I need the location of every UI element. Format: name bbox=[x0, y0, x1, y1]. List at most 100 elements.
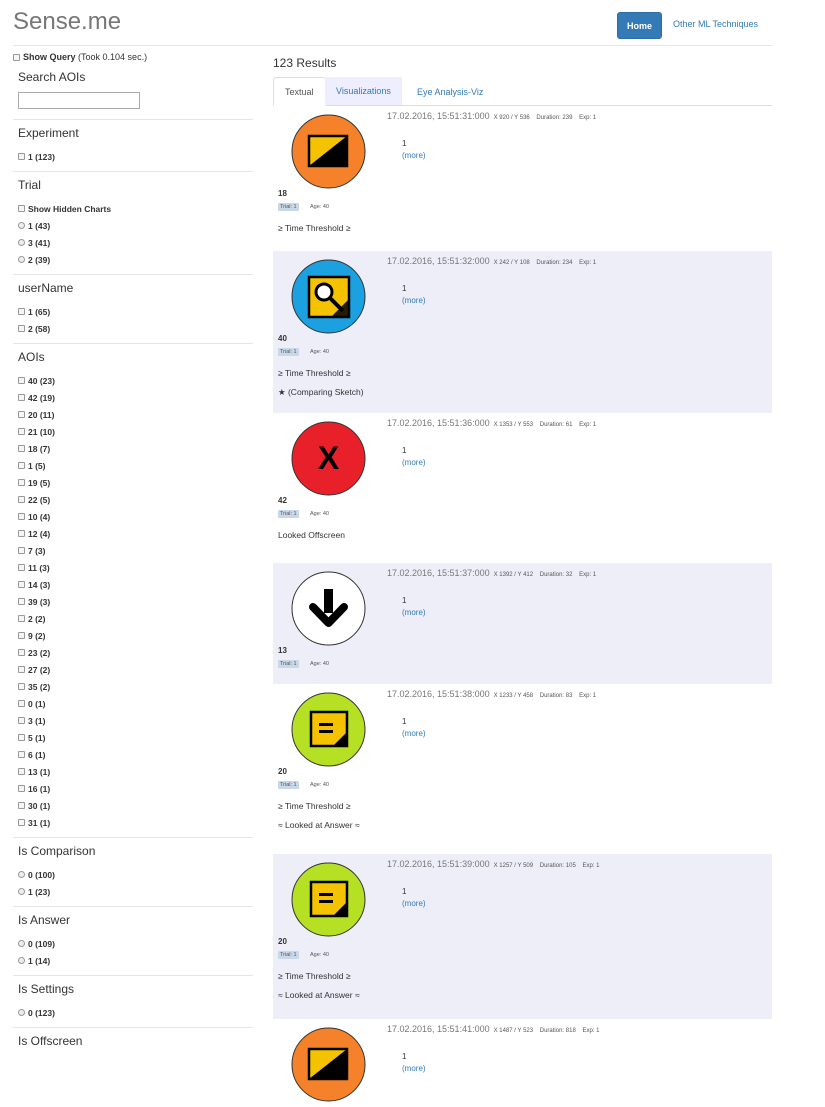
checkbox[interactable] bbox=[18, 547, 25, 554]
magnifier-icon[interactable] bbox=[291, 259, 366, 334]
checkbox[interactable] bbox=[18, 377, 25, 384]
aoi-option[interactable]: 13 (1) bbox=[18, 763, 248, 780]
checkbox[interactable] bbox=[18, 308, 25, 315]
aoi-option[interactable]: 22 (5) bbox=[18, 491, 248, 508]
checkbox[interactable] bbox=[18, 581, 25, 588]
show-hidden-charts-option[interactable]: Show Hidden Charts bbox=[18, 200, 248, 217]
checkbox[interactable] bbox=[18, 564, 25, 571]
checkbox[interactable] bbox=[18, 768, 25, 775]
checkbox[interactable] bbox=[18, 479, 25, 486]
checkbox[interactable] bbox=[18, 666, 25, 673]
checkbox[interactable] bbox=[18, 802, 25, 809]
radio[interactable] bbox=[18, 222, 25, 229]
checkbox[interactable] bbox=[18, 615, 25, 622]
checkbox[interactable] bbox=[18, 205, 25, 212]
radio[interactable] bbox=[18, 888, 25, 895]
username-option[interactable]: 2 (58) bbox=[18, 320, 248, 337]
checkbox[interactable] bbox=[18, 153, 25, 160]
more-link[interactable]: (more) bbox=[402, 899, 426, 908]
aoi-option[interactable]: 14 (3) bbox=[18, 576, 248, 593]
trial-option[interactable]: 3 (41) bbox=[18, 234, 248, 251]
aoi-option[interactable]: 3 (1) bbox=[18, 712, 248, 729]
checkbox[interactable] bbox=[18, 428, 25, 435]
aoi-option[interactable]: 35 (2) bbox=[18, 678, 248, 695]
aoi-option[interactable]: 16 (1) bbox=[18, 780, 248, 797]
answer-icon[interactable] bbox=[291, 862, 366, 937]
more-link[interactable]: (more) bbox=[402, 729, 426, 738]
radio[interactable] bbox=[18, 957, 25, 964]
is-answer-option[interactable]: 1 (14) bbox=[18, 952, 248, 969]
tab-eye-analysis-viz[interactable]: Eye Analysis-Viz bbox=[406, 77, 494, 106]
aoi-option[interactable]: 18 (7) bbox=[18, 440, 248, 457]
aoi-option[interactable]: 1 (5) bbox=[18, 457, 248, 474]
checkbox[interactable] bbox=[18, 734, 25, 741]
aoi-option[interactable]: 19 (5) bbox=[18, 474, 248, 491]
aoi-option[interactable]: 11 (3) bbox=[18, 559, 248, 576]
checkbox[interactable] bbox=[18, 394, 25, 401]
checkbox[interactable] bbox=[18, 530, 25, 537]
radio[interactable] bbox=[18, 239, 25, 246]
aoi-option[interactable]: 0 (1) bbox=[18, 695, 248, 712]
checkbox[interactable] bbox=[18, 683, 25, 690]
aoi-option[interactable]: 7 (3) bbox=[18, 542, 248, 559]
is-comparison-option[interactable]: 0 (100) bbox=[18, 866, 248, 883]
checkbox[interactable] bbox=[18, 462, 25, 469]
checkbox[interactable] bbox=[18, 445, 25, 452]
aoi-option[interactable]: 20 (11) bbox=[18, 406, 248, 423]
is-comparison-option[interactable]: 1 (23) bbox=[18, 883, 248, 900]
experiment-option[interactable]: 1 (123) bbox=[18, 148, 248, 165]
checkbox[interactable] bbox=[18, 632, 25, 639]
radio[interactable] bbox=[18, 940, 25, 947]
radio[interactable] bbox=[18, 256, 25, 263]
orange-chart-icon[interactable] bbox=[291, 1027, 366, 1102]
aoi-option[interactable]: 39 (3) bbox=[18, 593, 248, 610]
checkbox[interactable] bbox=[18, 411, 25, 418]
checkbox[interactable] bbox=[18, 785, 25, 792]
arrow-down-icon[interactable] bbox=[291, 571, 366, 646]
checkbox[interactable] bbox=[18, 598, 25, 605]
brand-logo[interactable]: Sense.me bbox=[13, 8, 121, 36]
checkbox[interactable] bbox=[18, 496, 25, 503]
radio[interactable] bbox=[18, 871, 25, 878]
checkbox[interactable] bbox=[18, 513, 25, 520]
nav-home-button[interactable]: Home bbox=[617, 12, 662, 39]
aoi-option[interactable]: 9 (2) bbox=[18, 627, 248, 644]
trial-option[interactable]: 1 (43) bbox=[18, 217, 248, 234]
tab-textual[interactable]: Textual bbox=[273, 77, 326, 106]
checkbox[interactable] bbox=[18, 325, 25, 332]
nav-other-ml-link[interactable]: Other ML Techniques bbox=[673, 19, 758, 29]
more-link[interactable]: (more) bbox=[402, 296, 426, 305]
aoi-option[interactable]: 23 (2) bbox=[18, 644, 248, 661]
is-answer-option[interactable]: 0 (109) bbox=[18, 935, 248, 952]
aoi-option[interactable]: 31 (1) bbox=[18, 814, 248, 831]
username-option[interactable]: 1 (65) bbox=[18, 303, 248, 320]
checkbox[interactable] bbox=[18, 819, 25, 826]
more-link[interactable]: (more) bbox=[402, 1064, 426, 1073]
x-icon[interactable]: X bbox=[291, 421, 366, 496]
checkbox[interactable] bbox=[18, 717, 25, 724]
search-aois-input[interactable] bbox=[18, 92, 140, 109]
aoi-option[interactable]: 27 (2) bbox=[18, 661, 248, 678]
trial-option[interactable]: 2 (39) bbox=[18, 251, 248, 268]
answer-icon[interactable] bbox=[291, 692, 366, 767]
orange-chart-icon[interactable] bbox=[291, 114, 366, 189]
aoi-option[interactable]: 2 (2) bbox=[18, 610, 248, 627]
aoi-option[interactable]: 6 (1) bbox=[18, 746, 248, 763]
is-settings-option[interactable]: 0 (123) bbox=[18, 1004, 248, 1021]
checkbox[interactable] bbox=[18, 700, 25, 707]
aoi-option[interactable]: 30 (1) bbox=[18, 797, 248, 814]
aoi-option[interactable]: 5 (1) bbox=[18, 729, 248, 746]
more-link[interactable]: (more) bbox=[402, 151, 426, 160]
tab-visualizations[interactable]: Visualizations bbox=[325, 77, 402, 105]
more-link[interactable]: (more) bbox=[402, 608, 426, 617]
more-link[interactable]: (more) bbox=[402, 458, 426, 467]
aoi-option[interactable]: 12 (4) bbox=[18, 525, 248, 542]
aoi-option[interactable]: 40 (23) bbox=[18, 372, 248, 389]
checkbox[interactable] bbox=[18, 751, 25, 758]
radio[interactable] bbox=[18, 1009, 25, 1016]
aoi-option[interactable]: 21 (10) bbox=[18, 423, 248, 440]
show-query-checkbox[interactable] bbox=[13, 53, 20, 61]
aoi-option[interactable]: 10 (4) bbox=[18, 508, 248, 525]
checkbox[interactable] bbox=[18, 649, 25, 656]
aoi-option[interactable]: 42 (19) bbox=[18, 389, 248, 406]
